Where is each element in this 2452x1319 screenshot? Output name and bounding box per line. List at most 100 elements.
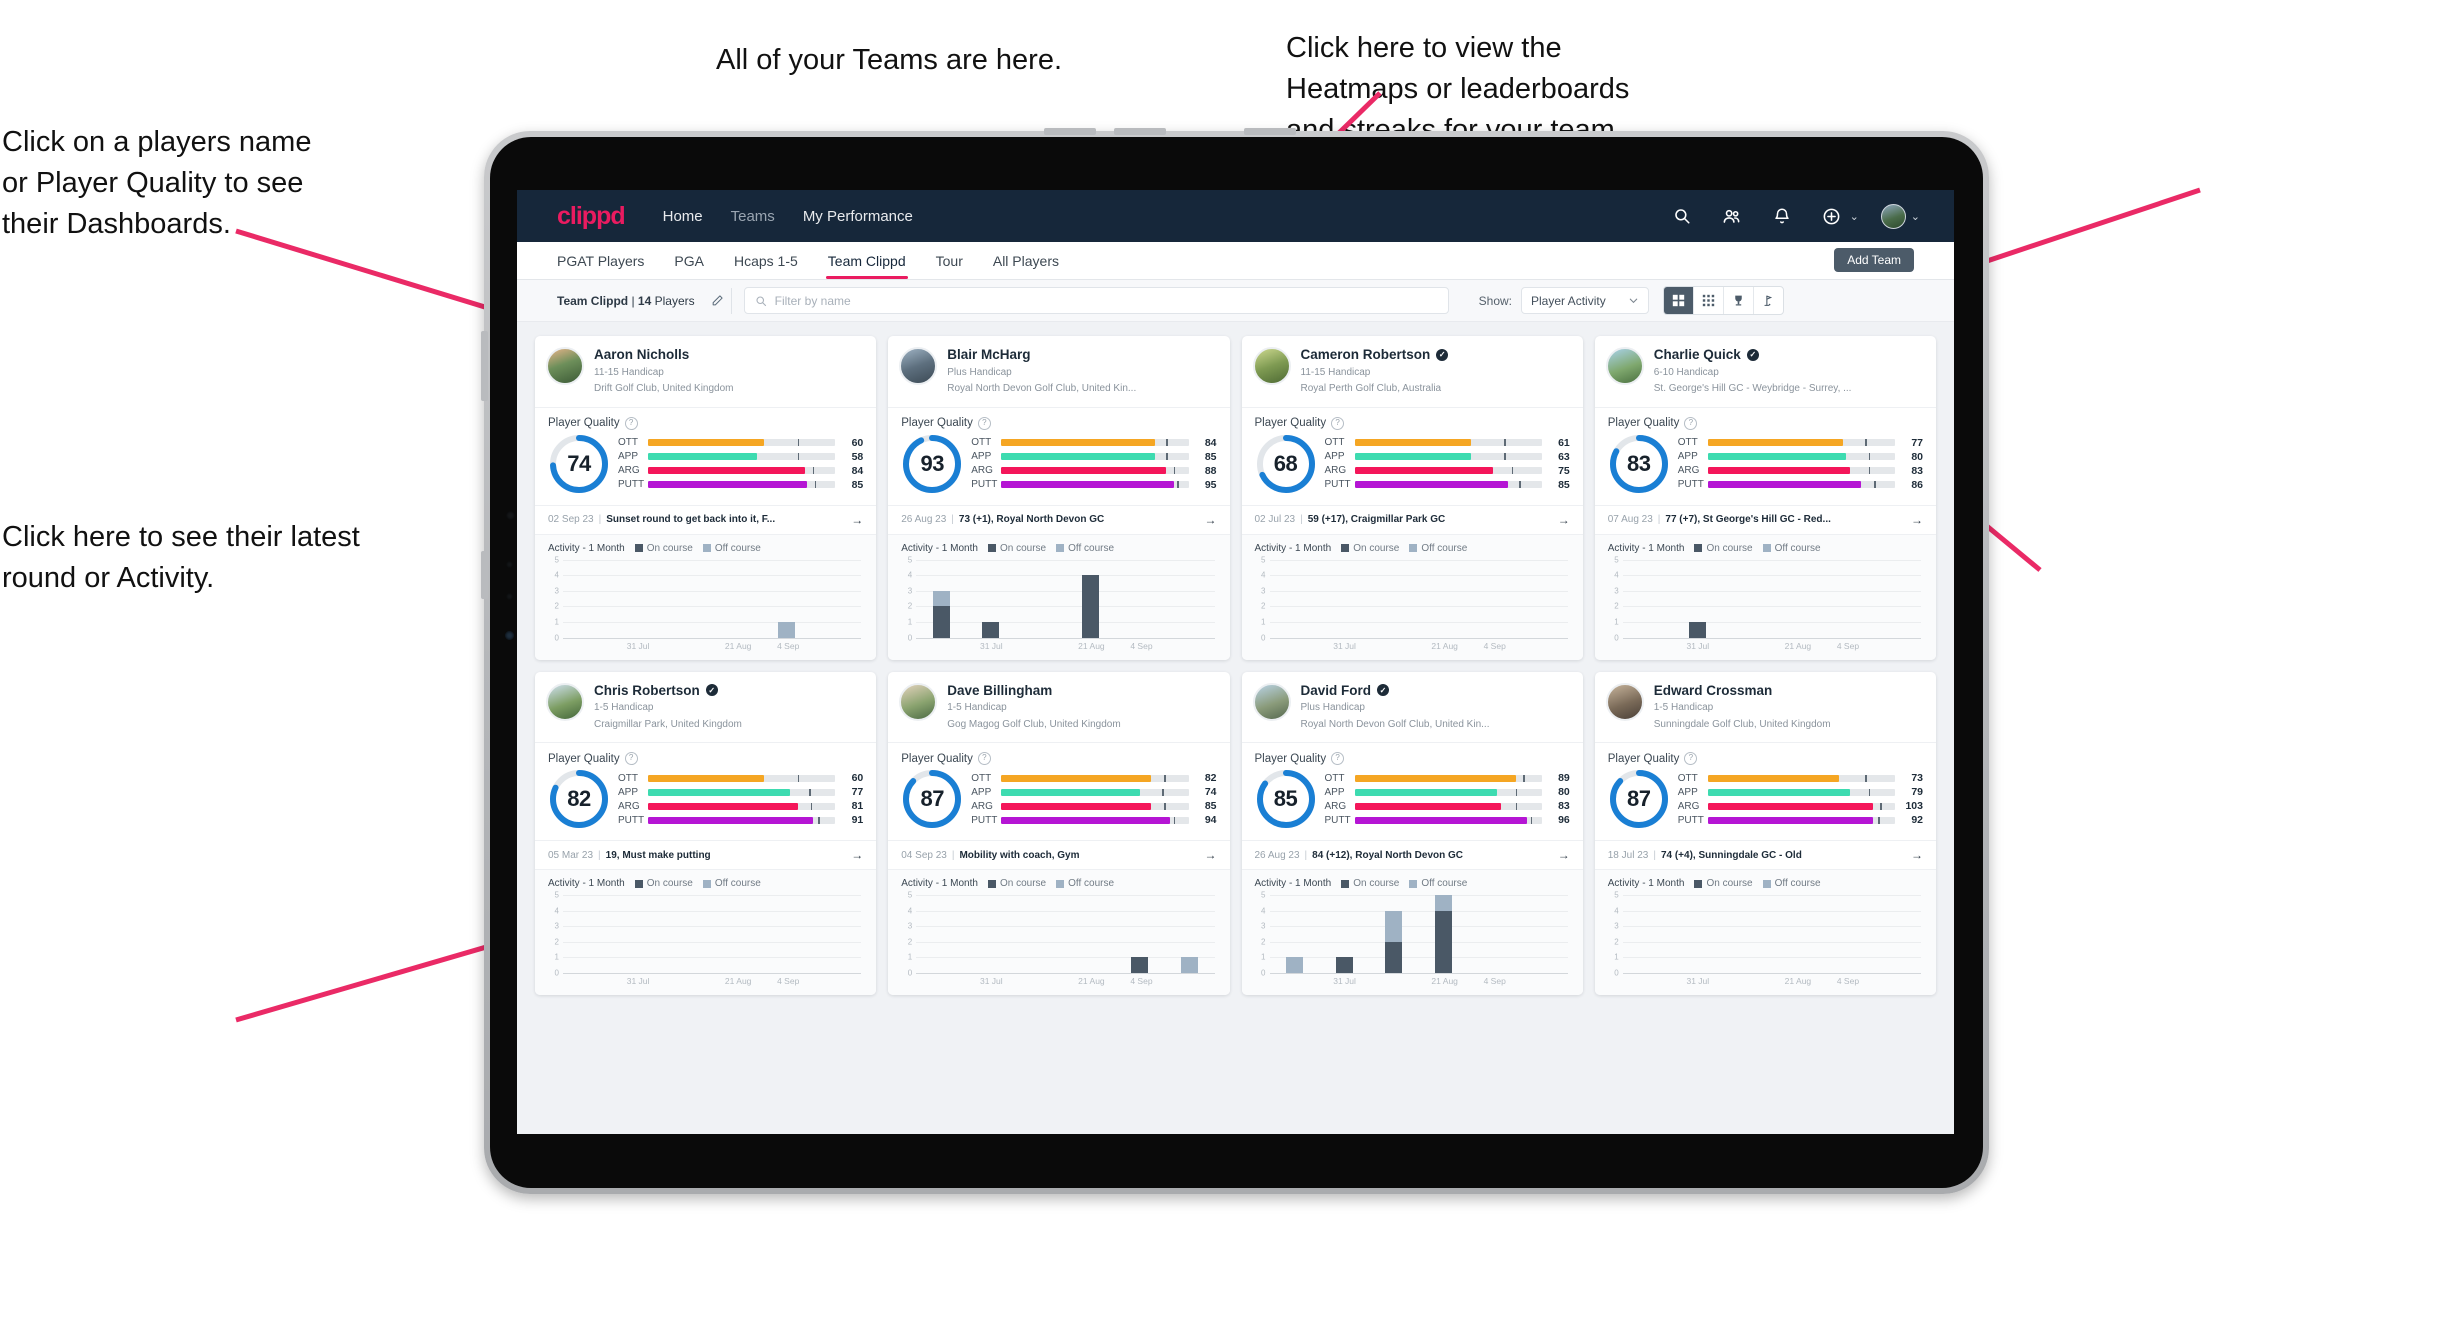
latest-round-row[interactable]: 07 Aug 23 | 77 (+7), St George's Hill GC -…	[1594, 504, 1936, 534]
latest-round-row[interactable]: 26 Aug 23 | 73 (+1), Royal North Devon GC →	[888, 504, 1230, 534]
x-axis-tick	[1370, 976, 1420, 986]
arrow-right-icon[interactable]: →	[1558, 848, 1570, 862]
player-card[interactable]: Chris Robertson ✓ 1-5 Handicap Craigmillar …	[535, 671, 877, 996]
player-name[interactable]: Chris Robertson ✓	[594, 683, 863, 699]
player-card-header[interactable]: Charlie Quick ✓ 6-10 Handicap St. George's …	[1595, 336, 1936, 407]
player-quality-section[interactable]: Player Quality? 74 OTT 60 APP 58 ARG 84 PUTT 85	[535, 406, 877, 505]
sensor-dot-1	[506, 561, 513, 568]
plus-circle-icon[interactable]	[1819, 203, 1845, 229]
help-icon[interactable]: ?	[977, 416, 991, 430]
player-card[interactable]: Charlie Quick ✓ 6-10 Handicap St. George's …	[1594, 336, 1936, 660]
help-icon[interactable]: ?	[1331, 752, 1345, 766]
show-select[interactable]: Player Activity	[1521, 287, 1649, 314]
help-icon[interactable]: ?	[977, 752, 991, 766]
help-icon[interactable]: ?	[624, 752, 638, 766]
search-input[interactable]: Filter by name	[743, 287, 1449, 314]
latest-round-row[interactable]: 18 Jul 23 | 74 (+4), Sunningdale GC - Old →	[1594, 840, 1936, 869]
arrow-right-icon[interactable]: →	[851, 513, 863, 527]
player-avatar[interactable]	[1252, 682, 1291, 721]
tab-pgat-players[interactable]: PGAT Players	[557, 242, 644, 279]
tab-pga[interactable]: PGA	[674, 242, 704, 279]
bell-icon[interactable]	[1769, 203, 1795, 229]
player-card-header[interactable]: Blair McHarg Plus Handicap Royal North Dev…	[888, 336, 1229, 407]
pencil-icon[interactable]	[705, 287, 732, 314]
player-quality-title: Player Quality?	[548, 416, 863, 430]
player-name[interactable]: Edward Crossman	[1654, 683, 1923, 699]
arrow-right-icon[interactable]: →	[1558, 513, 1570, 527]
nav-link-teams[interactable]: Teams	[731, 208, 775, 225]
help-icon[interactable]: ?	[1684, 416, 1698, 430]
player-card-header[interactable]: Cameron Robertson ✓ 11-15 Handicap Royal Pe…	[1242, 336, 1583, 407]
player-name[interactable]: Cameron Robertson ✓	[1301, 347, 1570, 363]
arrow-right-icon[interactable]: →	[1205, 513, 1217, 527]
player-avatar[interactable]	[899, 682, 938, 721]
player-card[interactable]: Aaron Nicholls 11-15 Handicap Drift Golf C…	[535, 336, 877, 660]
player-avatar[interactable]	[1605, 347, 1644, 385]
arrow-right-icon[interactable]: →	[1205, 848, 1217, 862]
avatar[interactable]	[1880, 203, 1906, 229]
player-name[interactable]: Blair McHarg	[947, 347, 1216, 363]
tab-tour[interactable]: Tour	[936, 242, 963, 279]
player-name[interactable]: Charlie Quick ✓	[1654, 347, 1923, 363]
player-avatar[interactable]	[1605, 682, 1644, 721]
player-quality-section[interactable]: Player Quality? 87 OTT 73 APP 79 ARG 103 PUTT 92	[1594, 742, 1936, 840]
help-icon[interactable]: ?	[1331, 416, 1345, 430]
player-card[interactable]: Dave Billingham 1-5 Handicap Gog Magog Gol…	[888, 671, 1230, 996]
player-quality-section[interactable]: Player Quality? 82 OTT 60 APP 77 ARG 81 PUTT 91	[535, 742, 877, 840]
nav-link-home[interactable]: Home	[663, 208, 703, 225]
grid-large-view-button[interactable]	[1664, 287, 1694, 314]
y-axis-tick: 4	[1614, 906, 1619, 916]
player-card-header[interactable]: Dave Billingham 1-5 Handicap Gog Magog Gol…	[888, 672, 1229, 743]
add-team-button[interactable]: Add Team	[1834, 248, 1914, 272]
player-card-header[interactable]: David Ford ✓ Plus Handicap Royal North Devo…	[1242, 672, 1583, 743]
quality-score-donut: 87	[901, 768, 963, 830]
metric-value: 94	[1204, 814, 1217, 827]
grid-small-view-button[interactable]	[1694, 287, 1724, 314]
tab-hcaps-1-5[interactable]: Hcaps 1-5	[734, 242, 798, 279]
player-avatar[interactable]	[546, 347, 584, 385]
latest-round-row[interactable]: 26 Aug 23 | 84 (+12), Royal North Devon GC…	[1241, 840, 1583, 869]
player-avatar[interactable]	[546, 682, 584, 721]
player-avatar[interactable]	[1252, 347, 1291, 385]
player-avatar[interactable]	[899, 347, 938, 385]
player-card-header[interactable]: Aaron Nicholls 11-15 Handicap Drift Golf C…	[535, 336, 876, 407]
player-quality-section[interactable]: Player Quality? 83 OTT 77 APP 80 ARG 83 PUTT 86	[1594, 406, 1936, 505]
player-quality-section[interactable]: Player Quality? 85 OTT 89 APP 80 ARG 83 PUTT 96	[1241, 742, 1583, 840]
clippd-logo[interactable]: clippd	[557, 202, 626, 231]
avatar-chevron-down-icon[interactable]: ⌄	[1911, 210, 1920, 223]
plus-menu-chevron-down-icon[interactable]: ⌄	[1850, 210, 1859, 223]
player-name[interactable]: Aaron Nicholls	[594, 347, 863, 363]
player-card[interactable]: Edward Crossman 1-5 Handicap Sunningdale G…	[1594, 671, 1936, 996]
metric-value: 73	[1911, 772, 1923, 785]
arrow-right-icon[interactable]: →	[1911, 513, 1923, 527]
y-axis-tick: 4	[907, 570, 913, 580]
trophy-view-button[interactable]	[1724, 287, 1754, 314]
help-icon[interactable]: ?	[1684, 752, 1698, 766]
metric-bar	[1707, 481, 1895, 489]
player-card[interactable]: Blair McHarg Plus Handicap Royal North Dev…	[888, 336, 1230, 660]
player-card-header[interactable]: Chris Robertson ✓ 1-5 Handicap Craigmillar …	[535, 672, 876, 743]
latest-round-row[interactable]: 05 Mar 23 | 19, Must make putting →	[535, 840, 877, 869]
player-name[interactable]: Dave Billingham	[947, 683, 1216, 699]
latest-round-row[interactable]: 02 Jul 23 | 59 (+17), Craigmillar Park GC →	[1241, 504, 1583, 534]
help-icon[interactable]: ?	[624, 416, 638, 430]
x-axis-tick	[916, 976, 966, 986]
player-card-header[interactable]: Edward Crossman 1-5 Handicap Sunningdale G…	[1595, 672, 1936, 743]
latest-round-row[interactable]: 02 Sep 23 | Sunset round to get back into …	[535, 504, 877, 534]
course-view-button[interactable]	[1754, 287, 1783, 314]
player-name[interactable]: David Ford ✓	[1301, 683, 1570, 699]
latest-round-row[interactable]: 04 Sep 23 | Mobility with coach, Gym →	[888, 840, 1230, 869]
arrow-right-icon[interactable]: →	[1911, 848, 1923, 862]
arrow-right-icon[interactable]: →	[851, 848, 863, 862]
player-quality-section[interactable]: Player Quality? 87 OTT 82 APP 74 ARG 85 PUTT 94	[888, 742, 1230, 840]
player-card[interactable]: Cameron Robertson ✓ 11-15 Handicap Royal Pe…	[1241, 336, 1583, 660]
player-quality-section[interactable]: Player Quality? 93 OTT 84 APP 85 ARG 88 PUTT 95	[888, 406, 1230, 505]
chart-stacked-bar	[1335, 957, 1353, 974]
player-quality-section[interactable]: Player Quality? 68 OTT 61 APP 63 ARG 75 PUTT 85	[1241, 406, 1583, 505]
tab-all-players[interactable]: All Players	[993, 242, 1059, 279]
people-icon[interactable]	[1719, 203, 1745, 229]
tab-team-clippd[interactable]: Team Clippd	[825, 242, 908, 279]
nav-link-my-performance[interactable]: My Performance	[803, 208, 913, 225]
search-icon[interactable]	[1669, 203, 1695, 229]
player-card[interactable]: David Ford ✓ Plus Handicap Royal North Devo…	[1241, 671, 1583, 996]
